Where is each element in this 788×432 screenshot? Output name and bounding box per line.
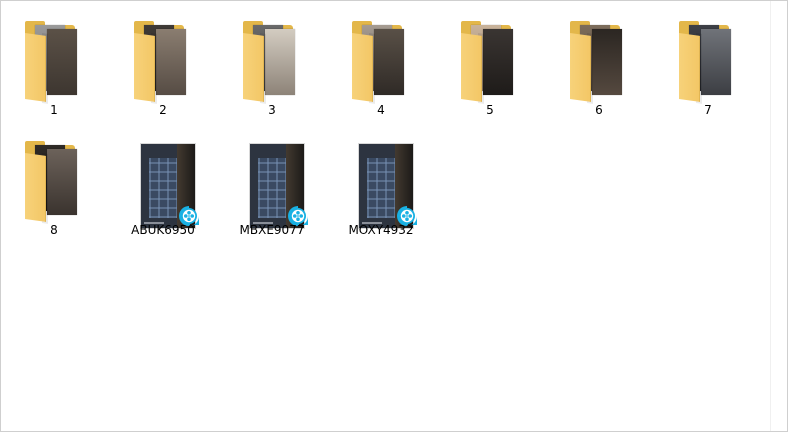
scrollbar[interactable] (770, 1, 787, 431)
video-thumbnail (111, 135, 215, 229)
folder-item-1[interactable]: 1 (2, 15, 106, 127)
video-thumbnail (329, 135, 433, 229)
file-label: MBXE9077 (239, 223, 305, 237)
folder-icon (111, 15, 215, 107)
folder-item-6[interactable]: 6 (547, 15, 651, 127)
folder-item-5[interactable]: 5 (438, 15, 542, 127)
folder-item-8[interactable]: 8 (2, 135, 106, 247)
video-file-item-1[interactable]: ABUK6950 (111, 135, 215, 247)
folder-label: 8 (50, 223, 58, 237)
video-file-item-2[interactable]: MBXE9077 (220, 135, 324, 247)
folder-item-3[interactable]: 3 (220, 15, 324, 127)
folder-icon (2, 15, 106, 107)
folder-label: 6 (595, 103, 603, 117)
folder-label: 2 (159, 103, 167, 117)
video-thumbnail (220, 135, 324, 229)
folder-label: 3 (268, 103, 276, 117)
folder-icon (329, 15, 433, 107)
folder-icon (656, 15, 760, 107)
folder-icon (547, 15, 651, 107)
folder-icon (220, 15, 324, 107)
folder-item-7[interactable]: 7 (656, 15, 760, 127)
file-explorer-window: 1 2 3 4 5 6 7 8 ABUK6950 MBXE9077 MOXY49… (0, 0, 788, 432)
folder-label: 7 (704, 103, 712, 117)
folder-item-4[interactable]: 4 (329, 15, 433, 127)
folder-label: 4 (377, 103, 385, 117)
file-label: ABUK6950 (131, 223, 195, 237)
video-file-item-3[interactable]: MOXY4932 (329, 135, 433, 247)
folder-item-2[interactable]: 2 (111, 15, 215, 127)
folder-icon (438, 15, 542, 107)
folder-label: 5 (486, 103, 494, 117)
folder-label: 1 (50, 103, 58, 117)
file-label: MOXY4932 (348, 223, 414, 237)
folder-icon (2, 135, 106, 227)
